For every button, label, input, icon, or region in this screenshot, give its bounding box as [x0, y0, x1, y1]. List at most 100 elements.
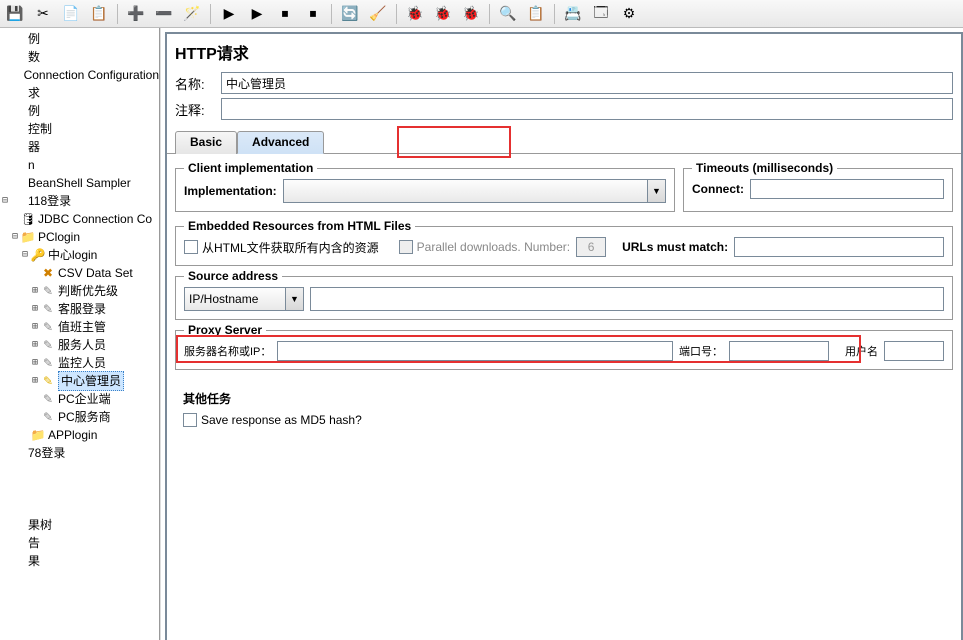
- source-address-input[interactable]: [310, 287, 944, 311]
- stop-all-icon[interactable]: ⏹: [300, 2, 326, 26]
- proxy-ip-input[interactable]: [277, 341, 673, 361]
- tree-icon: [8, 67, 21, 83]
- cut-icon[interactable]: ✂: [30, 2, 56, 26]
- tree-item[interactable]: ⊞监控人员: [0, 354, 159, 372]
- tree-item[interactable]: Connection Configuration: [0, 66, 159, 84]
- tree-item[interactable]: PC企业端: [0, 390, 159, 408]
- tree-icon: [10, 553, 26, 569]
- tab-advanced[interactable]: Advanced: [237, 131, 324, 154]
- tree-item[interactable]: JDBC Connection Co: [0, 210, 159, 228]
- tabs: Basic Advanced: [167, 130, 961, 154]
- proxy-user-input[interactable]: [884, 341, 944, 361]
- connect-input[interactable]: [750, 179, 944, 199]
- gear-icon[interactable]: ⚙: [616, 2, 642, 26]
- tree-label: 数: [28, 48, 40, 66]
- chevron-down-icon: ▼: [285, 288, 303, 310]
- plus-icon[interactable]: ➕: [123, 2, 149, 26]
- tree-label: PClogin: [38, 228, 80, 246]
- cycle-icon[interactable]: 🔄: [337, 2, 363, 26]
- tree-item[interactable]: ⊟ PClogin: [0, 228, 159, 246]
- parallel-num-input[interactable]: [576, 237, 606, 257]
- tree-item[interactable]: 果: [0, 552, 159, 570]
- tree-icon: [10, 103, 26, 119]
- tree-toggle[interactable]: ⊞: [30, 282, 40, 300]
- tree-toggle[interactable]: ⊟: [0, 192, 10, 210]
- comment-input[interactable]: [221, 98, 953, 120]
- tree-toggle[interactable]: ⊟: [20, 246, 30, 264]
- tree-item[interactable]: ⊞判断优先级: [0, 282, 159, 300]
- implementation-combo[interactable]: ▼: [283, 179, 666, 203]
- bug2-icon[interactable]: 🐞: [430, 2, 456, 26]
- proxy-port-input[interactable]: [729, 341, 829, 361]
- clipboard-icon[interactable]: 📋: [523, 2, 549, 26]
- stop-icon[interactable]: ⏹: [272, 2, 298, 26]
- tree-item[interactable]: 数: [0, 48, 159, 66]
- tree-item[interactable]: [0, 462, 159, 480]
- tree-icon: [10, 193, 26, 209]
- tree-item[interactable]: BeanShell Sampler: [0, 174, 159, 192]
- icon-db: [20, 211, 36, 227]
- proxy-user-label: 用户名: [845, 343, 878, 359]
- tree-item[interactable]: ⊟118登录: [0, 192, 159, 210]
- urls-match-input[interactable]: [734, 237, 944, 257]
- tree-item[interactable]: 求: [0, 84, 159, 102]
- tree-item[interactable]: PC服务商: [0, 408, 159, 426]
- tree-item[interactable]: ⊟中心login: [0, 246, 159, 264]
- source-type-combo[interactable]: IP/Hostname ▼: [184, 287, 304, 311]
- tree-panel: 例数Connection Configuration求例控制器nBeanShel…: [0, 28, 160, 640]
- tree-label: 告: [28, 534, 40, 552]
- tree-toggle[interactable]: ⊟: [10, 228, 20, 246]
- binoculars-icon[interactable]: 🔍: [495, 2, 521, 26]
- tree-toggle[interactable]: ⊞: [30, 354, 40, 372]
- tree-item[interactable]: 例: [0, 102, 159, 120]
- tab-basic[interactable]: Basic: [175, 131, 237, 154]
- tree-item[interactable]: ⊞客服登录: [0, 300, 159, 318]
- save-icon[interactable]: 💾: [2, 2, 28, 26]
- clear-icon[interactable]: 🧹: [365, 2, 391, 26]
- tree-label: 78登录: [28, 444, 65, 462]
- proxy-port-label: 端口号：: [679, 343, 723, 359]
- tree-item[interactable]: 果树: [0, 516, 159, 534]
- tree-item[interactable]: n: [0, 156, 159, 174]
- bug1-icon[interactable]: 🐞: [402, 2, 428, 26]
- tree-icon: [10, 535, 26, 551]
- tree-item[interactable]: ⊞服务人员: [0, 336, 159, 354]
- play-icon[interactable]: ▶: [216, 2, 242, 26]
- tree-label: 例: [28, 30, 40, 48]
- tree-label: 例: [28, 102, 40, 120]
- parallel-downloads-checkbox[interactable]: Parallel downloads. Number:: [399, 240, 570, 254]
- window-icon[interactable]: 🗔: [588, 2, 614, 26]
- tree-item[interactable]: 器: [0, 138, 159, 156]
- tree-icon: [10, 499, 26, 515]
- tree-item[interactable]: CSV Data Set: [0, 264, 159, 282]
- tree-toggle[interactable]: ⊞: [30, 300, 40, 318]
- paste-icon[interactable]: 📋: [86, 2, 112, 26]
- copy-icon[interactable]: 📄: [58, 2, 84, 26]
- list-icon[interactable]: 📇: [560, 2, 586, 26]
- tree-toggle[interactable]: ⊞: [30, 372, 40, 390]
- tree-label: 器: [28, 138, 40, 156]
- tree-item[interactable]: ⊞中心管理员: [0, 372, 159, 390]
- icon-pencil: [40, 355, 56, 371]
- play-edit-icon[interactable]: ▶: [244, 2, 270, 26]
- tree-toggle[interactable]: ⊞: [30, 336, 40, 354]
- tree-item[interactable]: [0, 480, 159, 498]
- tree-item[interactable]: 78登录: [0, 444, 159, 462]
- wand-icon[interactable]: 🪄: [179, 2, 205, 26]
- timeouts-title: Timeouts (milliseconds): [692, 161, 837, 175]
- tree-item[interactable]: 告: [0, 534, 159, 552]
- tree-item[interactable]: ⊞值班主管: [0, 318, 159, 336]
- tree-toggle[interactable]: ⊞: [30, 318, 40, 336]
- tree-item[interactable]: 控制: [0, 120, 159, 138]
- retrieve-resources-checkbox[interactable]: 从HTML文件获取所有内含的资源: [184, 239, 379, 256]
- icon-pencil: [40, 409, 56, 425]
- name-input[interactable]: [221, 72, 953, 94]
- bug3-icon[interactable]: 🐞: [458, 2, 484, 26]
- proxy-ip-label: 服务器名称或IP：: [184, 343, 271, 359]
- tree-item[interactable]: APPlogin: [0, 426, 159, 444]
- minus-icon[interactable]: ➖: [151, 2, 177, 26]
- tree-icon: [10, 139, 26, 155]
- tree-item[interactable]: [0, 498, 159, 516]
- tree-item[interactable]: 例: [0, 30, 159, 48]
- md5-checkbox[interactable]: Save response as MD5 hash?: [183, 413, 945, 427]
